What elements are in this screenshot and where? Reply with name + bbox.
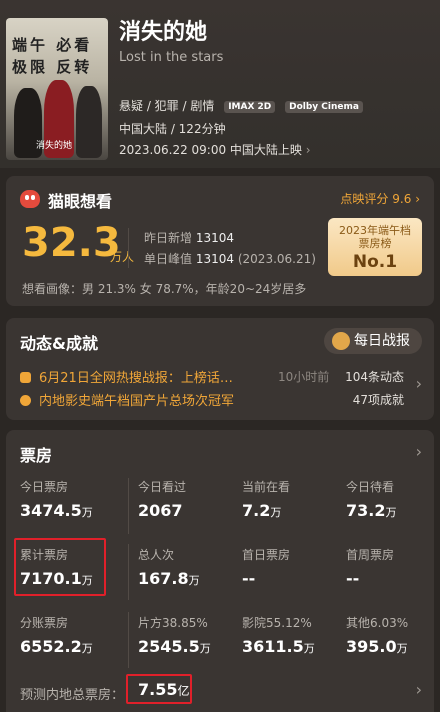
maoyan-want-title: 猫眼想看	[48, 192, 113, 211]
movie-subtitle: Lost in the stars	[119, 50, 224, 65]
cell-value: 7.2万	[242, 501, 282, 520]
score-label: 点映评分	[340, 192, 389, 206]
dragon-boat-rank-badge[interactable]: 2023年端午档 票房榜 No.1	[328, 218, 422, 276]
movie-region-duration: 中国大陆 / 122分钟	[119, 122, 226, 136]
peak-label: 单日峰值	[144, 252, 193, 266]
dynamics-card: 动态&成就 每日战报 6月21日全网热搜战报：上榜话… 10小时前 104条动态…	[6, 318, 434, 420]
chevron-right-icon[interactable]: ›	[416, 442, 422, 461]
maoyan-want-card: 猫眼想看 点映评分 9.6 › 32.3 万人 昨日新增 13104 单日峰值 …	[6, 176, 434, 306]
total-admissions: 总人次 167.8万	[138, 546, 200, 588]
chevron-right-icon: ›	[415, 192, 420, 206]
cell-label: 总人次	[138, 548, 175, 562]
divider	[128, 612, 129, 668]
rank-value: No.1	[352, 252, 398, 272]
daily-report-label: 每日战报	[354, 333, 410, 349]
cell-value: 3611.5万	[242, 637, 315, 656]
cell-label: 今日票房	[20, 480, 69, 494]
preview-score[interactable]: 点映评分 9.6 ›	[340, 190, 420, 207]
cell-label: 当前在看	[242, 480, 291, 494]
poster-tagline-1: 端午 必看	[12, 36, 93, 54]
score-value: 9.6	[392, 192, 412, 206]
divider	[128, 228, 129, 268]
cell-value: 167.8万	[138, 569, 200, 588]
box-office-card: 票房 › 今日票房 3474.5万 今日看过 2067 当前在看 7.2万 今日…	[6, 430, 434, 712]
news-count: 104条动态	[345, 370, 404, 384]
today-box-office: 今日票房 3474.5万	[20, 478, 93, 520]
peak-value: 13104	[195, 252, 235, 266]
achievement-count: 47项成就	[352, 393, 404, 407]
dynamics-title: 动态&成就	[20, 334, 98, 353]
news-item-achievement[interactable]: 内地影史端午档国产片总场次冠军	[20, 390, 234, 409]
rank-subtitle: 票房榜	[358, 237, 392, 250]
cell-label: 首日票房	[242, 548, 291, 562]
daily-peak: 单日峰值 13104 (2023.06.21)	[144, 250, 316, 267]
rank-title: 2023年端午档	[339, 224, 411, 237]
cell-value: --	[346, 569, 360, 588]
yesterday-new: 昨日新增 13104	[144, 229, 234, 246]
daily-report-button[interactable]: 每日战报	[324, 328, 422, 354]
cell-label: 今日待看	[346, 480, 395, 494]
news-text: 内地影史端午档国产片总场次冠军	[39, 394, 235, 409]
divider	[128, 544, 129, 600]
predict-label: 预测内地总票房：	[20, 688, 125, 703]
cinema-share: 影院55.12% 3611.5万	[242, 614, 315, 656]
cat-logo-icon	[20, 190, 40, 208]
cell-value: 395.0万	[346, 637, 408, 656]
poster-title: 消失的她	[36, 141, 73, 151]
chevron-right-icon[interactable]: ›	[416, 680, 422, 699]
yesterday-label: 昨日新增	[144, 231, 193, 245]
watching-now: 当前在看 7.2万	[242, 478, 290, 520]
release-text: 2023.06.22 09:00 中国大陆上映	[119, 143, 302, 157]
medal-icon	[332, 332, 350, 350]
news-item-hot-search[interactable]: 6月21日全网热搜战报：上榜话…	[20, 367, 233, 386]
movie-poster[interactable]: 端午 必看 极限 反转 消失的她	[6, 18, 108, 160]
cell-value: 2067	[138, 501, 183, 520]
movie-header: 端午 必看 极限 反转 消失的她 消失的她 Lost in the stars …	[0, 0, 440, 168]
chevron-right-icon[interactable]: ›	[416, 374, 422, 393]
today-watched: 今日看过 2067	[138, 478, 186, 520]
want-unit: 万人	[110, 250, 135, 264]
news-time: 10小时前	[278, 370, 330, 384]
split-box-office: 分账票房 6552.2万	[20, 614, 93, 656]
first-day-box-office: 首日票房 --	[242, 546, 290, 588]
cell-value: 3474.5万	[20, 501, 93, 520]
cell-label: 分账票房	[20, 616, 69, 630]
cell-value: --	[242, 569, 256, 588]
box-office-title: 票房	[20, 446, 53, 465]
cell-label: 今日看过	[138, 480, 187, 494]
today-pending: 今日待看 73.2万	[346, 478, 396, 520]
poster-figure	[76, 86, 102, 158]
genre-text: 悬疑 / 犯罪 / 剧情	[119, 99, 215, 113]
cell-label: 首周票房	[346, 548, 395, 562]
cell-value: 73.2万	[346, 501, 397, 520]
divider	[128, 478, 129, 534]
peak-date: (2023.06.21)	[237, 252, 316, 266]
first-week-box-office: 首周票房 --	[346, 546, 394, 588]
movie-title: 消失的她	[119, 20, 208, 45]
movie-genres: 悬疑 / 犯罪 / 剧情 IMAX 2D Dolby Cinema	[119, 97, 363, 114]
producer-share: 片方38.85% 2545.5万	[138, 614, 211, 656]
movie-release[interactable]: 2023.06.22 09:00 中国大陆上映 ›	[119, 141, 311, 158]
cell-label: 片方38.85%	[138, 616, 208, 630]
cell-value: 6552.2万	[20, 637, 93, 656]
audience-portrait: 想看画像：男 21.3% 女 78.7%，年龄20~24岁居多	[22, 282, 307, 296]
chevron-right-icon: ›	[305, 143, 311, 157]
yesterday-value: 13104	[195, 231, 235, 245]
news-text: 6月21日全网热搜战报：上榜话…	[39, 371, 233, 386]
highlight-box	[126, 674, 192, 704]
imax-badge: IMAX 2D	[224, 101, 276, 113]
want-count: 32.3	[22, 220, 121, 266]
other-share: 其他6.03% 395.0万	[346, 614, 408, 656]
bell-icon	[20, 372, 31, 383]
trophy-icon	[20, 395, 31, 406]
cell-value: 2545.5万	[138, 637, 211, 656]
dolby-badge: Dolby Cinema	[285, 101, 363, 113]
cell-label: 其他6.03%	[346, 616, 409, 630]
poster-tagline-2: 极限 反转	[12, 58, 93, 76]
highlight-box	[14, 538, 106, 596]
cell-label: 影院55.12%	[242, 616, 312, 630]
